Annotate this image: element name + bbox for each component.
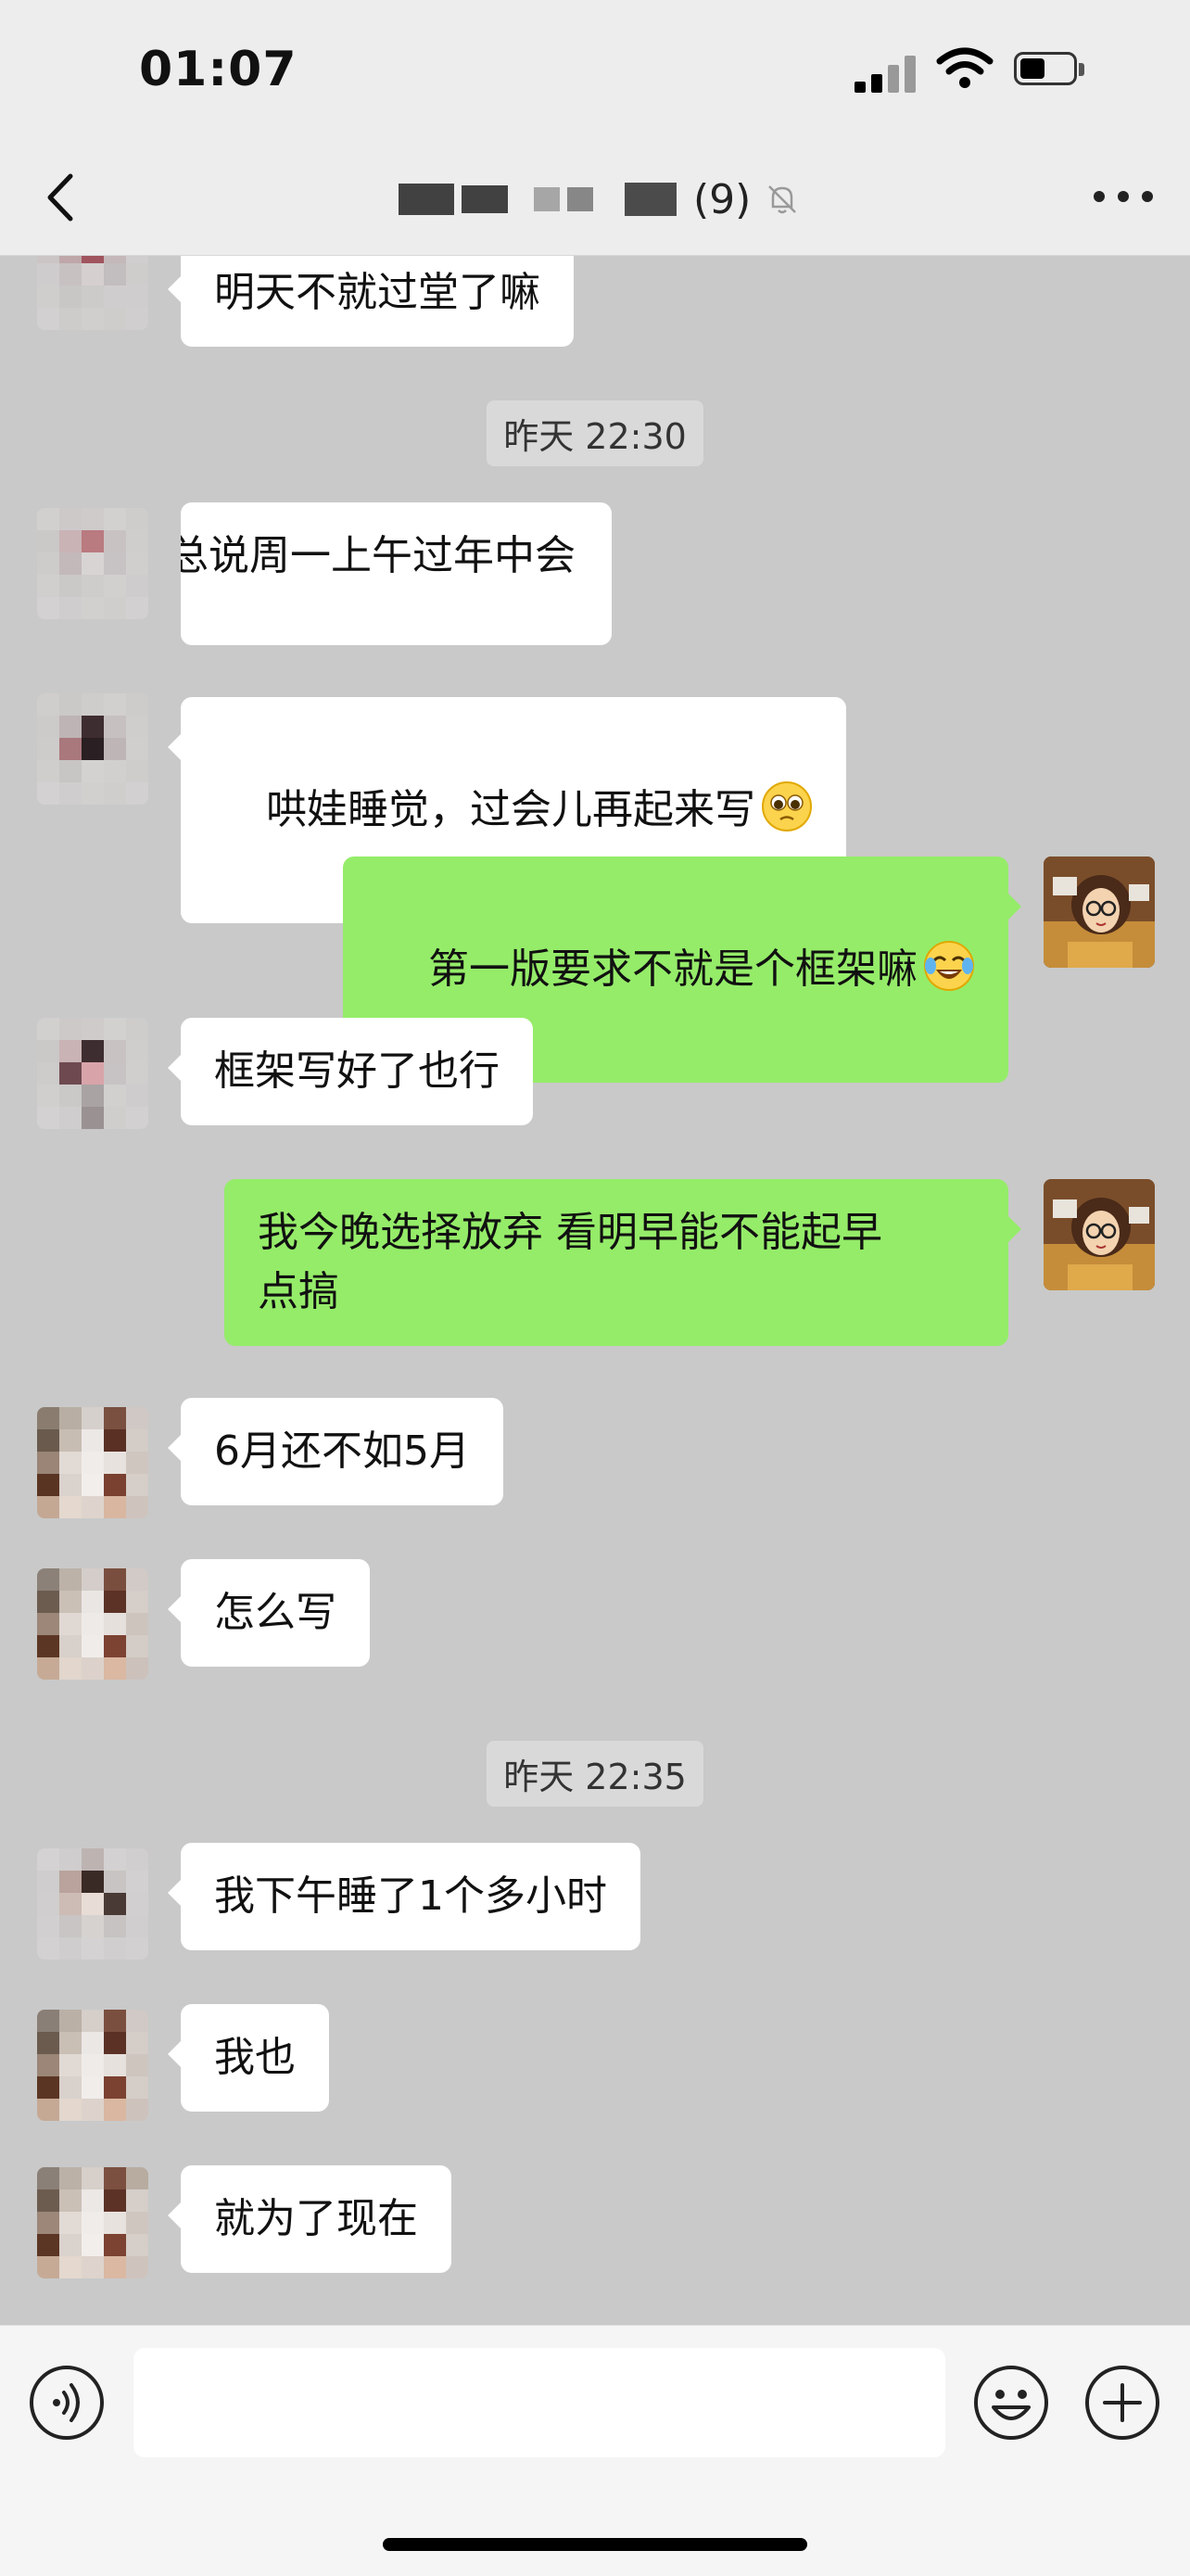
- sender-avatar[interactable]: [37, 2010, 148, 2121]
- wifi-icon: [936, 47, 994, 88]
- back-icon[interactable]: [37, 165, 83, 230]
- battery-icon: [1014, 52, 1088, 87]
- sender-avatar[interactable]: [37, 1407, 148, 1518]
- message-bubble[interactable]: 我下午睡了1个多小时: [168, 1843, 640, 1950]
- my-avatar[interactable]: [1044, 857, 1155, 968]
- my-avatar[interactable]: [1044, 1179, 1155, 1290]
- sender-avatar[interactable]: [37, 693, 148, 805]
- pleading-face-emoji-icon: [761, 781, 812, 831]
- message-bubble[interactable]: 6月还不如5月: [168, 1398, 503, 1505]
- sender-avatar[interactable]: [37, 1568, 148, 1680]
- cellular-signal-icon: [855, 52, 919, 93]
- cartoon-girl-avatar-icon: [1044, 857, 1155, 968]
- status-bar: 01:07: [0, 0, 1190, 139]
- sender-avatar[interactable]: [37, 508, 148, 619]
- mute-bell-icon: [768, 185, 797, 214]
- chat-header: (9): [0, 139, 1190, 256]
- timestamp: 昨天 22:35: [0, 1741, 1190, 1807]
- message-bubble[interactable]: 怎么写: [168, 1559, 370, 1667]
- sender-avatar[interactable]: [37, 1018, 148, 1129]
- message-bubble[interactable]: 明天不就过堂了嘛: [168, 256, 574, 347]
- message-bubble[interactable]: 我也: [168, 2004, 329, 2112]
- plus-icon[interactable]: [1084, 2365, 1160, 2441]
- home-indicator[interactable]: [383, 2538, 807, 2551]
- emoji-icon[interactable]: [973, 2365, 1049, 2441]
- chat-message-list[interactable]: 明天不就过堂了嘛 昨天 22:30 总说周一上午过年中会 哄娃睡觉，过会儿再起来…: [0, 256, 1190, 2325]
- chat-title[interactable]: (9): [399, 167, 801, 232]
- cartoon-girl-avatar-icon: [1044, 1179, 1155, 1290]
- message-bubble[interactable]: 框架写好了也行: [168, 1018, 533, 1125]
- message-text-input[interactable]: [133, 2348, 945, 2457]
- message-bubble[interactable]: 总说周一上午过年中会: [181, 502, 612, 645]
- sender-avatar[interactable]: [37, 1848, 148, 1960]
- redacted-group-name: [399, 184, 454, 215]
- more-icon[interactable]: [1094, 185, 1153, 204]
- member-count: (9): [693, 175, 752, 223]
- message-bubble[interactable]: 就为了现在: [168, 2165, 451, 2273]
- status-time: 01:07: [139, 42, 298, 97]
- voice-icon[interactable]: [29, 2365, 105, 2441]
- sender-avatar[interactable]: [37, 2167, 148, 2278]
- timestamp: 昨天 22:30: [0, 400, 1190, 466]
- tears-of-joy-emoji-icon: [924, 941, 974, 991]
- message-bubble-sent[interactable]: 我今晚选择放弃 看明早能不能起早 点搞: [224, 1179, 1021, 1346]
- sender-avatar[interactable]: [37, 256, 148, 330]
